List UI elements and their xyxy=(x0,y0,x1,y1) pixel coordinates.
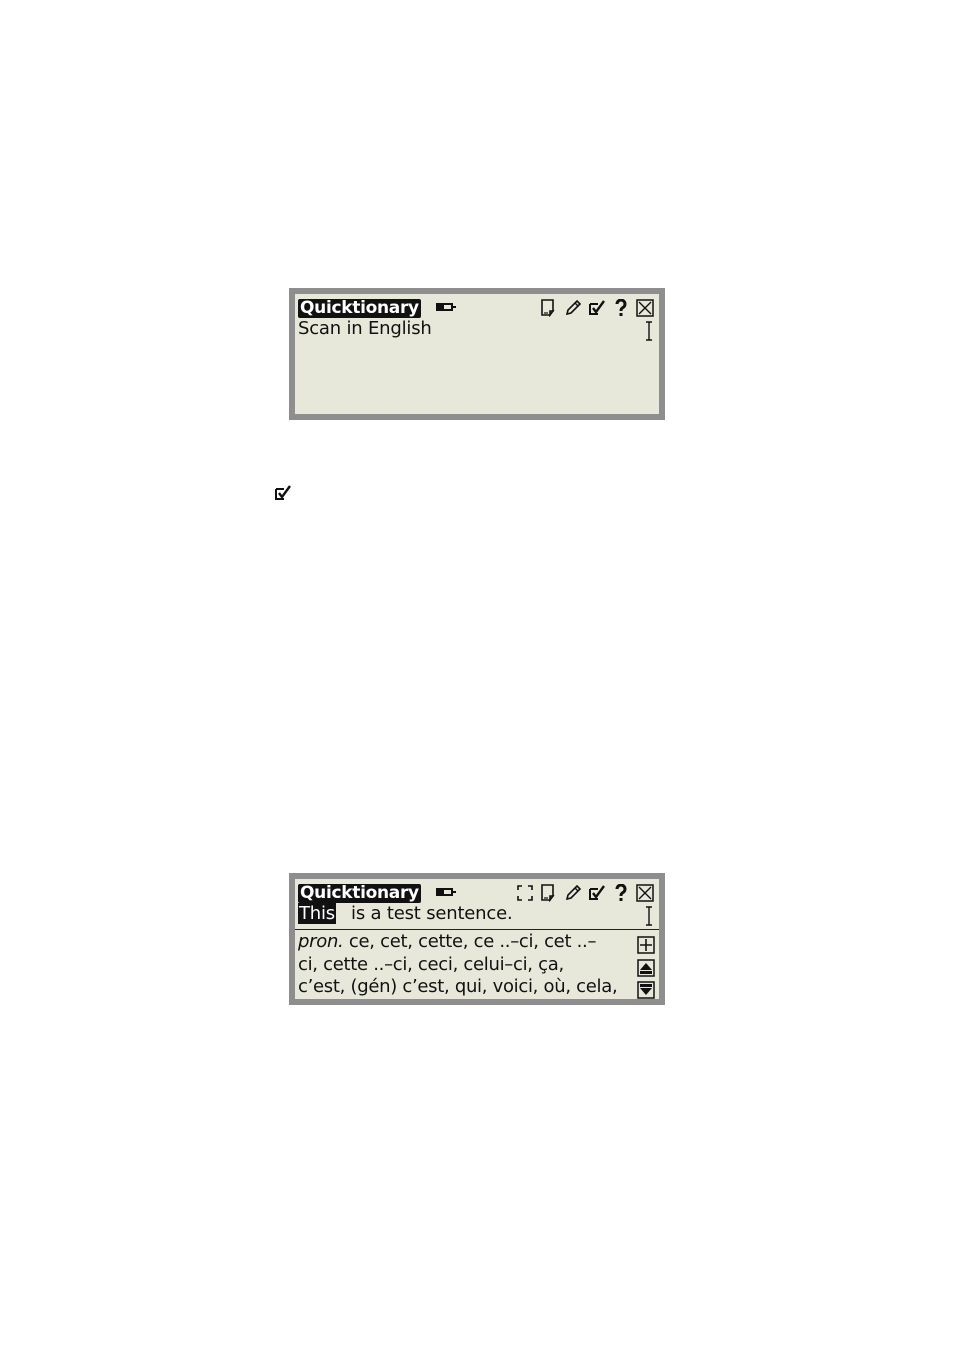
close-icon[interactable] xyxy=(635,298,655,318)
expand-plus-icon[interactable] xyxy=(637,936,655,954)
pencil-icon[interactable] xyxy=(563,883,583,903)
definition-line: ci, cette ..–ci, ceci, celui–ci, ça, xyxy=(298,953,564,975)
fullscreen-icon[interactable] xyxy=(515,883,535,903)
part-of-speech: pron. xyxy=(298,931,344,952)
highlighted-word[interactable]: This xyxy=(298,903,336,924)
quicktionary-screen-translation: Quicktionary This is a test sentence. pr… xyxy=(289,873,665,1005)
toolbar-icons xyxy=(515,883,655,903)
scan-check-icon[interactable] xyxy=(587,298,607,318)
help-icon[interactable] xyxy=(611,883,631,903)
app-title: Quicktionary xyxy=(298,298,421,318)
definition-text: pron. ce, cet, cette, ce ..–ci, cet ..– … xyxy=(298,931,629,999)
scroll-down-icon[interactable] xyxy=(637,981,655,999)
title-bar: Quicktionary xyxy=(298,298,655,318)
scan-check-icon[interactable] xyxy=(587,883,607,903)
scroll-up-icon[interactable] xyxy=(637,959,655,977)
notepad-icon[interactable] xyxy=(539,883,559,903)
pencil-icon[interactable] xyxy=(563,298,583,318)
battery-icon xyxy=(436,303,456,311)
scan-check-icon xyxy=(275,485,291,500)
battery-icon xyxy=(436,888,456,896)
definition-line: c’est, (gén) c’est, qui, voici, où, cela… xyxy=(298,976,618,997)
notepad-icon[interactable] xyxy=(539,298,559,318)
divider xyxy=(295,929,659,930)
definition-line: pron. ce, cet, cette, ce ..–ci, cet ..– xyxy=(298,931,597,952)
sentence-rest: is a test sentence. xyxy=(351,903,513,924)
scan-prompt-text: Scan in English xyxy=(298,318,432,339)
quicktionary-screen-scan: Quicktionary Scan in English xyxy=(289,288,665,420)
scanned-sentence: This is a test sentence. xyxy=(298,903,513,924)
toolbar-icons xyxy=(539,298,655,318)
help-icon[interactable] xyxy=(611,298,631,318)
title-bar: Quicktionary xyxy=(298,883,655,903)
text-cursor-icon xyxy=(646,906,652,926)
app-title: Quicktionary xyxy=(298,883,421,903)
text-cursor-icon xyxy=(646,321,652,341)
close-icon[interactable] xyxy=(635,883,655,903)
